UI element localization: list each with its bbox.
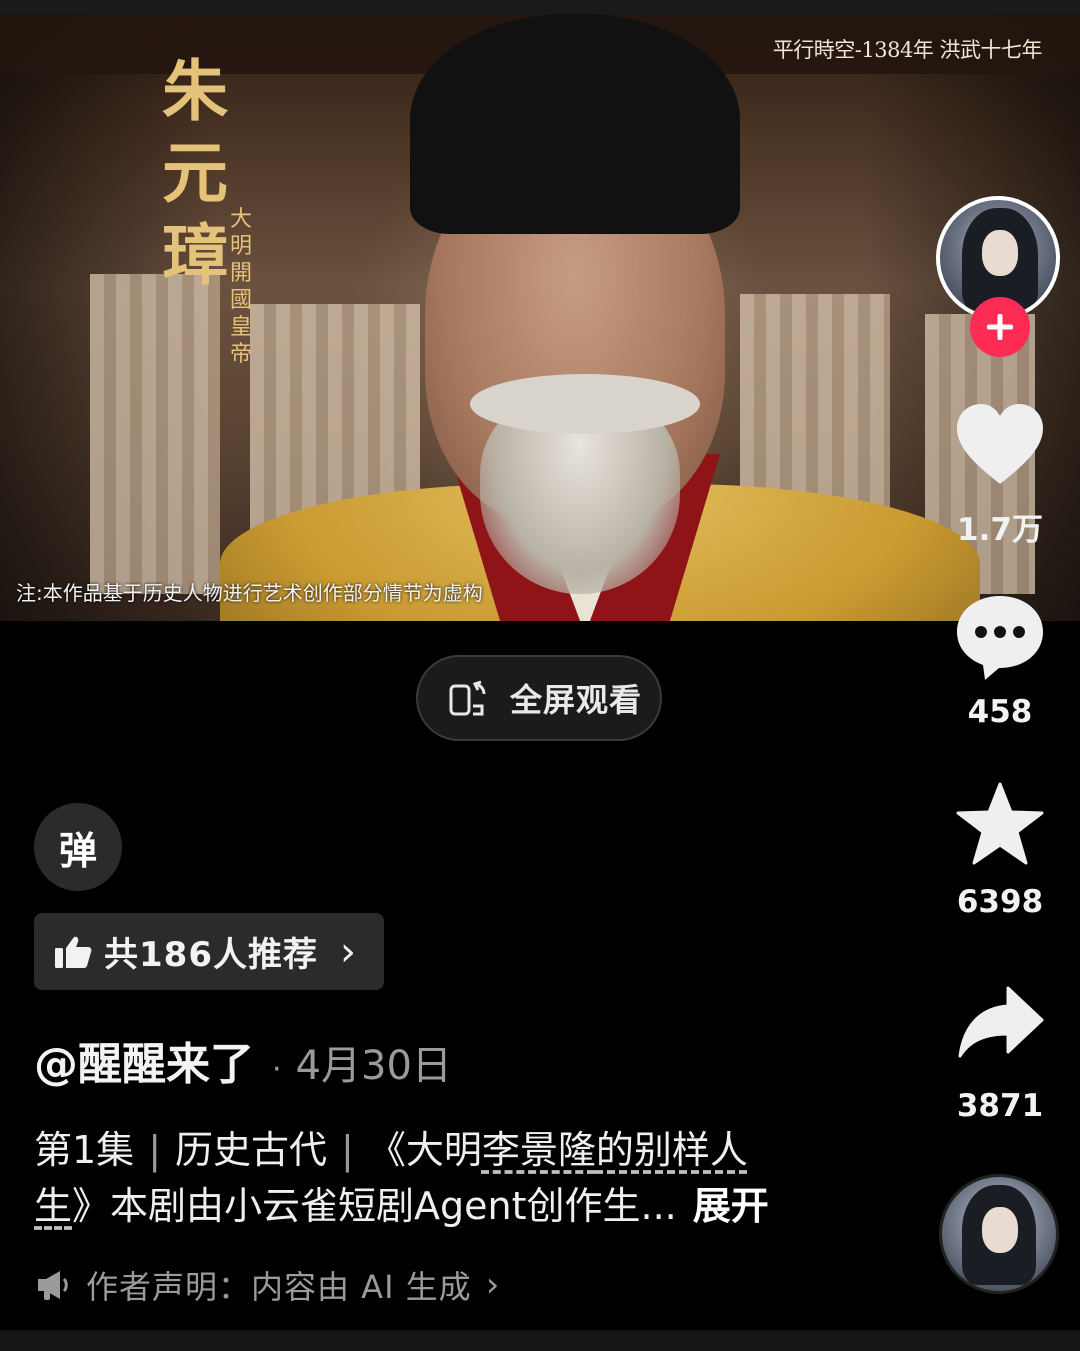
author-statement[interactable]: 作者声明：内容由 AI 生成 › (36, 1262, 499, 1308)
author-name-link[interactable]: @醒醒来了 (34, 1028, 254, 1092)
fullscreen-button[interactable]: 全屏观看 (416, 655, 662, 741)
megaphone-icon (38, 1271, 68, 1300)
emperor-hat (410, 14, 740, 234)
bottom-bar (0, 1330, 1080, 1351)
statement-label: 作者声明：内容由 AI 生成 (86, 1268, 472, 1306)
separator-dot: · (272, 1052, 282, 1087)
episode-label: 第1集 (34, 1128, 135, 1172)
keyword-link[interactable]: 李景隆 (482, 1128, 596, 1172)
thumbs-up-icon (55, 936, 92, 968)
drama-title-open: 《大明 (367, 1128, 482, 1172)
music-disc[interactable] (939, 1174, 1059, 1294)
comment-count: 458 (967, 694, 1033, 730)
expand-button[interactable]: 展开 (693, 1184, 769, 1228)
divider: | (148, 1128, 161, 1172)
share-arrow-icon[interactable] (958, 986, 1044, 1058)
time-caption: 平行時空-1384年 洪武十七年 (772, 38, 1043, 62)
category-label: 历史古代 (175, 1128, 328, 1172)
curtain-left (90, 274, 220, 594)
character-title: 大明開國皇帝 (229, 207, 252, 367)
rotate-phone-icon (449, 680, 486, 716)
favorite-star-icon[interactable] (956, 782, 1044, 866)
danmu-label: 弹 (58, 828, 97, 873)
danmu-toggle-button[interactable]: 弹 (34, 803, 122, 891)
author-line: @醒醒来了 · 4月30日 (34, 1028, 452, 1092)
comment-bubble-icon[interactable] (955, 592, 1045, 682)
recommend-label: 共186人推荐 (104, 935, 318, 975)
share-count: 3871 (956, 1088, 1044, 1124)
divider: | (341, 1128, 354, 1172)
plus-icon (987, 314, 1013, 340)
post-date: 4月30日 (295, 1043, 452, 1089)
chevron-right-icon: › (339, 928, 356, 975)
follow-button[interactable] (970, 297, 1030, 357)
recommend-button[interactable]: 共186人推荐 › (34, 913, 384, 990)
emperor-mustache (470, 374, 700, 434)
title-end-link[interactable]: 生 (34, 1184, 72, 1228)
character-name: 朱元璋 (162, 52, 228, 294)
title-middle-link[interactable]: 的别样人 (596, 1128, 748, 1172)
like-count: 1.7万 (957, 512, 1043, 548)
chevron-right-icon: › (485, 1265, 500, 1305)
fiction-disclaimer: 注:本作品基于历史人物进行艺术创作部分情节为虚构 (16, 581, 483, 605)
status-strip (0, 0, 1080, 14)
like-heart-icon[interactable] (955, 402, 1045, 486)
video-player[interactable]: 朱元璋 大明開國皇帝 平行時空-1384年 洪武十七年 注:本作品基于历史人物进… (0, 14, 1080, 621)
post-description: 第1集 | 历史古代 | 《大明李景隆的别样人生》本剧由小云雀短剧Agent创作生...… (34, 1122, 834, 1234)
favorite-count: 6398 (956, 884, 1044, 920)
fullscreen-label: 全屏观看 (510, 681, 643, 719)
description-text: 》本剧由小云雀短剧Agent创作生... (72, 1184, 677, 1228)
